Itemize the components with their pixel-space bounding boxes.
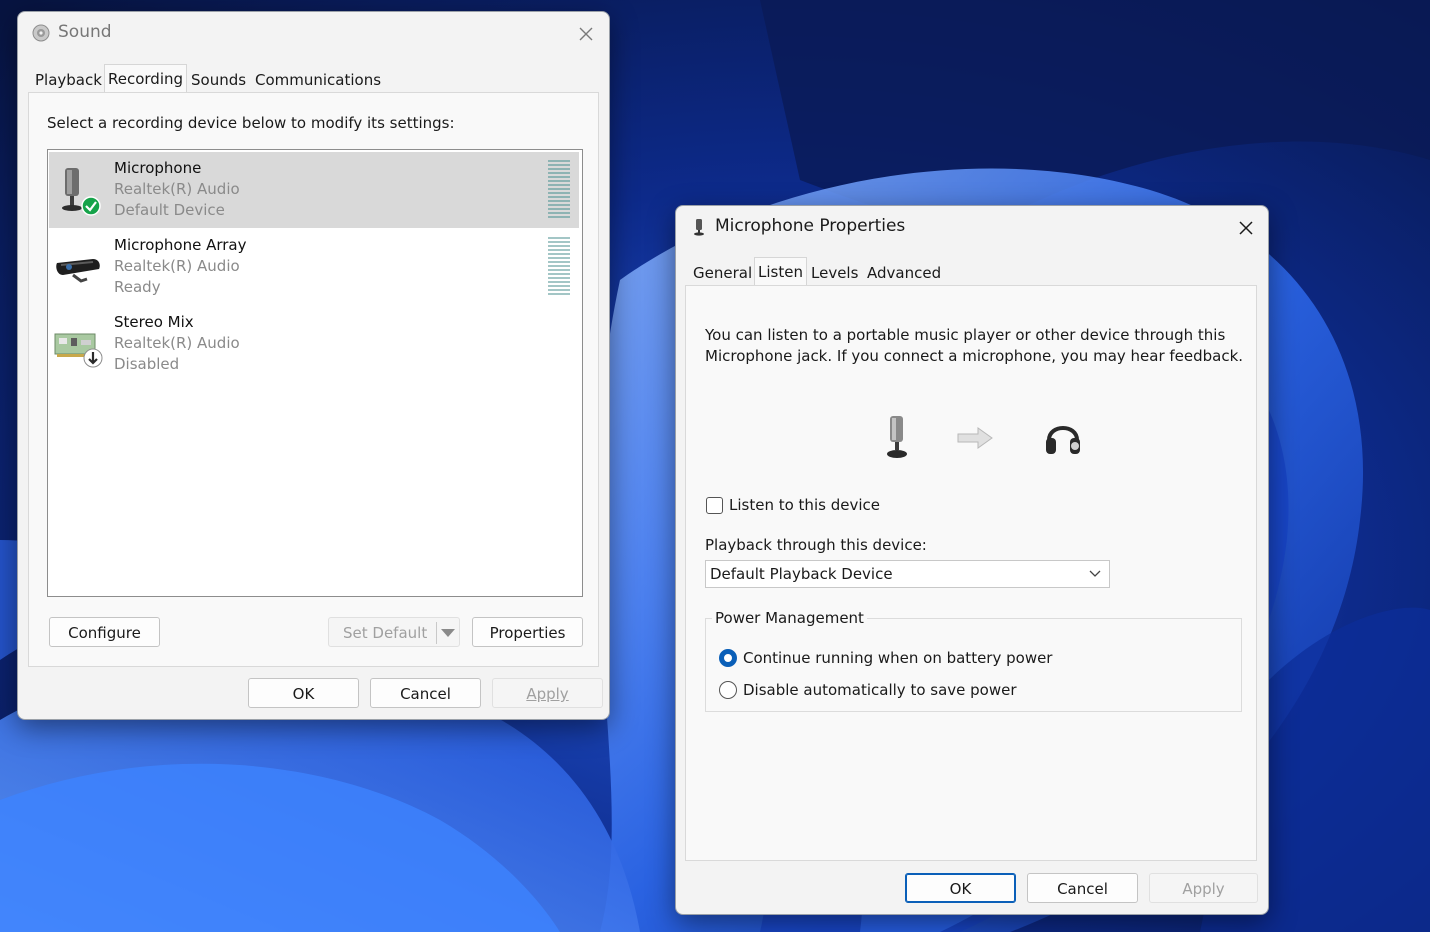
close-icon <box>1239 221 1253 235</box>
tab-strip: General Listen Levels Advanced <box>688 257 1248 286</box>
radio-disable-automatically-label[interactable]: Disable automatically to save power <box>743 681 1017 699</box>
close-icon <box>579 27 593 41</box>
title-bar[interactable]: Sound <box>18 12 609 54</box>
webcam-mic-array-icon <box>56 259 100 283</box>
apply-button[interactable]: Apply <box>492 678 603 708</box>
tab-general[interactable]: General <box>690 261 755 285</box>
power-management-label: Power Management <box>712 609 867 627</box>
device-driver: Realtek(R) Audio <box>114 257 240 275</box>
cancel-button[interactable]: Cancel <box>370 678 481 708</box>
device-name: Stereo Mix <box>114 313 194 331</box>
description-line-2: Microphone jack. If you connect a microp… <box>705 347 1244 365</box>
device-name: Microphone Array <box>114 236 247 254</box>
listen-checkbox[interactable] <box>706 497 723 514</box>
listen-tab-panel: You can listen to a portable music playe… <box>685 285 1257 861</box>
apply-button[interactable]: Apply <box>1149 873 1258 903</box>
radio-disable-automatically[interactable] <box>719 681 737 699</box>
tab-levels[interactable]: Levels <box>808 261 861 285</box>
set-default-divider <box>436 622 437 644</box>
device-status: Default Device <box>114 201 225 219</box>
properties-button[interactable]: Properties <box>472 617 583 647</box>
device-name: Microphone <box>114 159 202 177</box>
tab-strip: Playback Recording Sounds Communications <box>30 64 590 93</box>
speaker-icon <box>32 24 50 42</box>
sound-card-icon <box>54 333 103 368</box>
headphones-icon <box>1046 426 1080 454</box>
microphone-icon <box>887 416 907 458</box>
arrow-right-icon <box>957 427 993 449</box>
ok-button[interactable]: OK <box>248 678 359 708</box>
chevron-down-icon[interactable] <box>441 629 455 637</box>
recording-device-list[interactable]: Microphone Realtek(R) Audio Default Devi… <box>47 149 583 597</box>
level-meter <box>548 237 570 297</box>
recording-tab-panel: Select a recording device below to modif… <box>28 92 599 667</box>
playback-device-value: Default Playback Device <box>710 565 893 583</box>
level-meter <box>548 160 570 220</box>
device-row-stereo-mix[interactable]: Stereo Mix Realtek(R) Audio Disabled <box>49 306 579 382</box>
radio-continue-running[interactable] <box>719 649 737 667</box>
radio-continue-running-label[interactable]: Continue running when on battery power <box>743 649 1052 667</box>
playback-device-label: Playback through this device: <box>705 536 927 554</box>
listen-checkbox-label[interactable]: Listen to this device <box>729 496 880 514</box>
device-status: Ready <box>114 278 161 296</box>
power-management-group: Power Management Continue running when o… <box>705 609 1242 712</box>
tab-listen[interactable]: Listen <box>754 257 807 286</box>
device-driver: Realtek(R) Audio <box>114 334 240 352</box>
tab-communications[interactable]: Communications <box>252 68 384 92</box>
tab-playback[interactable]: Playback <box>32 68 105 92</box>
window-title: Microphone Properties <box>715 216 906 236</box>
chevron-down-icon <box>1089 570 1101 577</box>
microphone-icon <box>62 168 101 216</box>
device-status: Disabled <box>114 355 180 373</box>
playback-device-select[interactable]: Default Playback Device <box>705 560 1110 588</box>
sound-dialog: Sound Playback Recording Sounds Communic… <box>17 11 610 720</box>
cancel-button[interactable]: Cancel <box>1027 873 1138 903</box>
window-title: Sound <box>58 22 112 42</box>
close-button[interactable] <box>1228 214 1264 242</box>
set-default-button[interactable]: Set Default <box>328 617 460 647</box>
device-row-microphone-array[interactable]: Microphone Array Realtek(R) Audio Ready <box>49 229 579 305</box>
instruction-text: Select a recording device below to modif… <box>47 114 455 132</box>
tab-advanced[interactable]: Advanced <box>864 261 944 285</box>
description-line-1: You can listen to a portable music playe… <box>705 326 1226 344</box>
tab-sounds[interactable]: Sounds <box>188 68 249 92</box>
microphone-icon <box>694 219 704 236</box>
title-bar[interactable]: Microphone Properties <box>676 206 1268 248</box>
tab-recording[interactable]: Recording <box>104 64 188 93</box>
device-driver: Realtek(R) Audio <box>114 180 240 198</box>
configure-button[interactable]: Configure <box>49 617 160 647</box>
ok-button[interactable]: OK <box>905 873 1016 903</box>
set-default-label: Set Default <box>343 624 428 642</box>
close-button[interactable] <box>568 20 604 48</box>
microphone-properties-dialog: Microphone Properties General Listen Lev… <box>675 205 1269 915</box>
device-row-microphone[interactable]: Microphone Realtek(R) Audio Default Devi… <box>49 152 579 228</box>
